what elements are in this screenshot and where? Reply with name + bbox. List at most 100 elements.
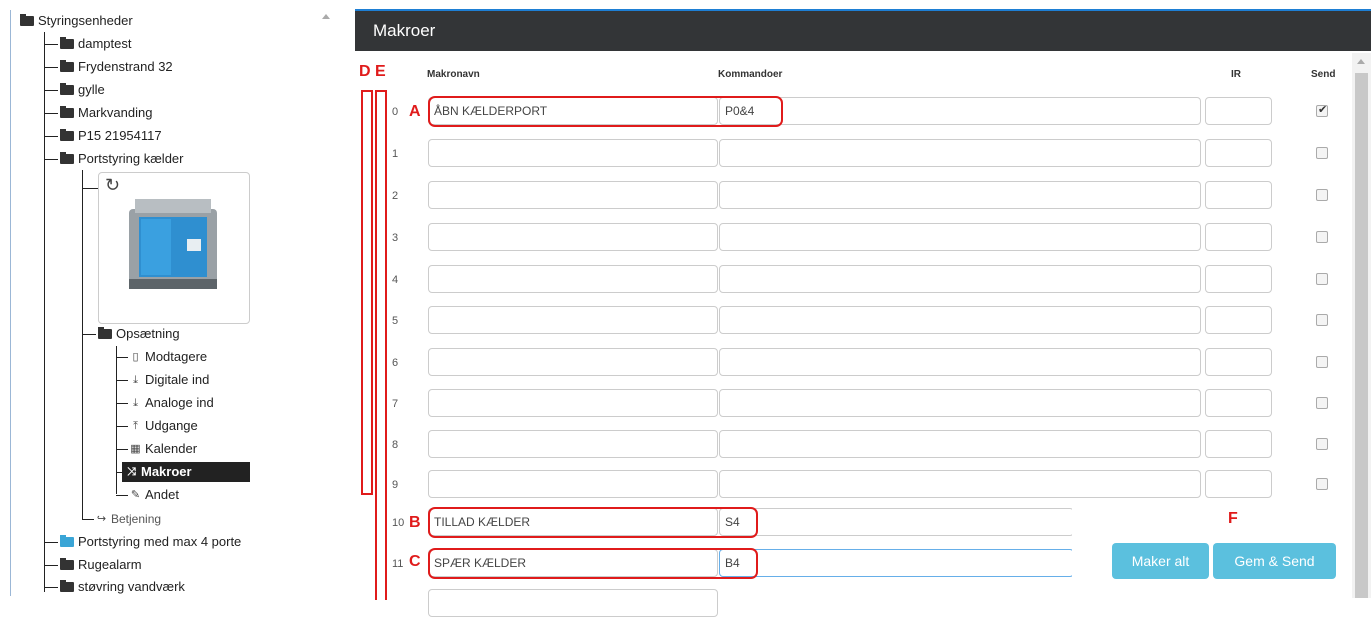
row-number: 11 bbox=[392, 558, 404, 570]
scroll-up-icon[interactable] bbox=[1357, 59, 1365, 64]
device-tree: Styringsenheder damptest Frydenstrand 32… bbox=[0, 0, 340, 596]
macro-commands-input[interactable]: P0&4 bbox=[719, 97, 1201, 125]
folder-icon bbox=[60, 106, 74, 118]
tree-item-makroer[interactable]: ⤨ Makroer bbox=[122, 462, 250, 482]
send-checkbox[interactable] bbox=[1316, 314, 1328, 326]
macro-name-input[interactable] bbox=[428, 470, 718, 498]
macro-commands-input[interactable] bbox=[719, 139, 1201, 167]
macro-ir-input[interactable] bbox=[1205, 139, 1272, 167]
tree-item-opsaetning[interactable]: Opsætning bbox=[98, 324, 180, 344]
save-send-button[interactable]: Gem & Send bbox=[1213, 543, 1336, 579]
macro-ir-input[interactable] bbox=[1205, 348, 1272, 376]
macro-name-input[interactable] bbox=[428, 223, 718, 251]
annotation-label-f: F bbox=[1228, 510, 1238, 527]
scroll-up-icon[interactable] bbox=[322, 14, 330, 19]
tree-item-label: P15 21954117 bbox=[78, 128, 162, 143]
macro-commands-input[interactable]: S4 bbox=[719, 508, 1074, 536]
macro-ir-input[interactable] bbox=[1205, 265, 1272, 293]
macro-name-input[interactable] bbox=[428, 139, 718, 167]
folder-icon bbox=[60, 83, 74, 95]
tree-item-label: Analoge ind bbox=[145, 395, 214, 410]
annotation-box bbox=[428, 507, 758, 538]
send-checkbox[interactable] bbox=[1316, 231, 1328, 243]
send-checkbox[interactable] bbox=[1316, 189, 1328, 201]
macro-ir-input[interactable] bbox=[1205, 306, 1272, 334]
macro-commands-input[interactable] bbox=[719, 181, 1201, 209]
macro-commands-input[interactable] bbox=[719, 265, 1201, 293]
tree-item-label: Opsætning bbox=[116, 326, 180, 341]
tree-item-portstyring-kaelder[interactable]: Portstyring kælder bbox=[60, 149, 183, 169]
send-checkbox[interactable] bbox=[1316, 478, 1328, 490]
phone-icon: ▯ bbox=[132, 350, 139, 363]
macro-name-input[interactable] bbox=[428, 589, 718, 617]
input-icon: ⤓ bbox=[133, 396, 138, 409]
macro-ir-input[interactable] bbox=[1205, 430, 1272, 458]
tree-item-label: Digitale ind bbox=[145, 372, 210, 387]
macro-commands-input[interactable] bbox=[719, 223, 1201, 251]
tree-item-modtagere[interactable]: ▯ Modtagere bbox=[130, 347, 207, 367]
macro-name-input[interactable] bbox=[428, 306, 718, 334]
macro-name-input[interactable] bbox=[428, 430, 718, 458]
tree-item-portstyring-4[interactable]: Portstyring med max 4 porte bbox=[60, 532, 241, 552]
output-icon: ⤒ bbox=[133, 419, 138, 432]
page-title: Makroer bbox=[355, 11, 1371, 51]
send-checkbox[interactable] bbox=[1316, 273, 1328, 285]
tree-item-kalender[interactable]: ▦ Kalender bbox=[130, 439, 197, 459]
send-checkbox[interactable] bbox=[1316, 356, 1328, 368]
macro-commands-input[interactable]: B4 bbox=[719, 549, 1074, 577]
tree-item-rugealarm[interactable]: Rugealarm bbox=[60, 555, 142, 575]
send-checkbox[interactable] bbox=[1316, 438, 1328, 450]
macro-name-input[interactable] bbox=[428, 389, 718, 417]
macro-ir-input[interactable] bbox=[1205, 470, 1272, 498]
tree-item-stoevring[interactable]: støvring vandværk bbox=[60, 577, 185, 597]
tree-root[interactable]: Styringsenheder bbox=[20, 11, 133, 31]
tree-item-gylle[interactable]: gylle bbox=[60, 80, 105, 100]
folder-open-icon bbox=[60, 152, 74, 164]
annotation-label-c: C bbox=[409, 553, 421, 570]
tree-item-label: Markvanding bbox=[78, 105, 153, 120]
macro-commands-input[interactable] bbox=[719, 430, 1201, 458]
macro-commands-input[interactable] bbox=[719, 306, 1201, 334]
send-checkbox[interactable] bbox=[1316, 147, 1328, 159]
scroll-thumb[interactable] bbox=[1355, 73, 1368, 598]
tree-item-andet[interactable]: ✎ Andet bbox=[130, 485, 179, 505]
macro-name-input[interactable] bbox=[428, 181, 718, 209]
tree-item-udgange[interactable]: ⤒ Udgange bbox=[130, 416, 198, 436]
macro-commands-input[interactable] bbox=[719, 348, 1201, 376]
folder-open-icon bbox=[98, 327, 112, 339]
annotation-box bbox=[428, 96, 783, 127]
tree-item-label: damptest bbox=[78, 36, 132, 51]
row-number: 5 bbox=[392, 315, 399, 327]
row-number: 2 bbox=[392, 190, 399, 202]
tree-item-frydenstrand[interactable]: Frydenstrand 32 bbox=[60, 57, 173, 77]
macro-ir-input[interactable] bbox=[1205, 181, 1272, 209]
folder-icon bbox=[60, 558, 74, 570]
calendar-icon: ▦ bbox=[130, 442, 141, 455]
tree-item-analoge-ind[interactable]: ⤓ Analoge ind bbox=[130, 393, 214, 413]
tree-item-damptest[interactable]: damptest bbox=[60, 34, 131, 54]
macro-commands-input[interactable] bbox=[719, 470, 1201, 498]
tree-item-markvanding[interactable]: Markvanding bbox=[60, 103, 152, 123]
macro-name-input[interactable] bbox=[428, 348, 718, 376]
tree-item-p15[interactable]: P15 21954117 bbox=[60, 126, 162, 146]
column-header-send: Send bbox=[1311, 69, 1336, 80]
annotation-bar-d bbox=[361, 90, 373, 495]
device-image bbox=[129, 199, 217, 289]
tree-scrollbar[interactable] bbox=[318, 12, 336, 596]
make-all-button[interactable]: Maker alt bbox=[1112, 543, 1209, 579]
panel-scrollbar[interactable] bbox=[1352, 53, 1371, 598]
macro-ir-input[interactable] bbox=[1205, 223, 1272, 251]
macro-name-input[interactable] bbox=[428, 265, 718, 293]
send-checkbox[interactable] bbox=[1316, 397, 1328, 409]
send-checkbox[interactable] bbox=[1316, 103, 1328, 117]
macro-ir-input[interactable] bbox=[1205, 97, 1272, 125]
tree-item-label: Kalender bbox=[145, 441, 198, 456]
folder-icon bbox=[60, 60, 74, 72]
row-number: 0 bbox=[392, 106, 399, 118]
macro-commands-input[interactable] bbox=[719, 389, 1201, 417]
tree-item-digitale-ind[interactable]: ⤓ Digitale ind bbox=[130, 370, 209, 390]
annotation-label-e: E bbox=[375, 63, 386, 80]
macro-ir-input[interactable] bbox=[1205, 389, 1272, 417]
tree-item-label: Makroer bbox=[141, 464, 192, 479]
tree-item-betjening[interactable]: ↪ Betjening bbox=[96, 509, 161, 529]
